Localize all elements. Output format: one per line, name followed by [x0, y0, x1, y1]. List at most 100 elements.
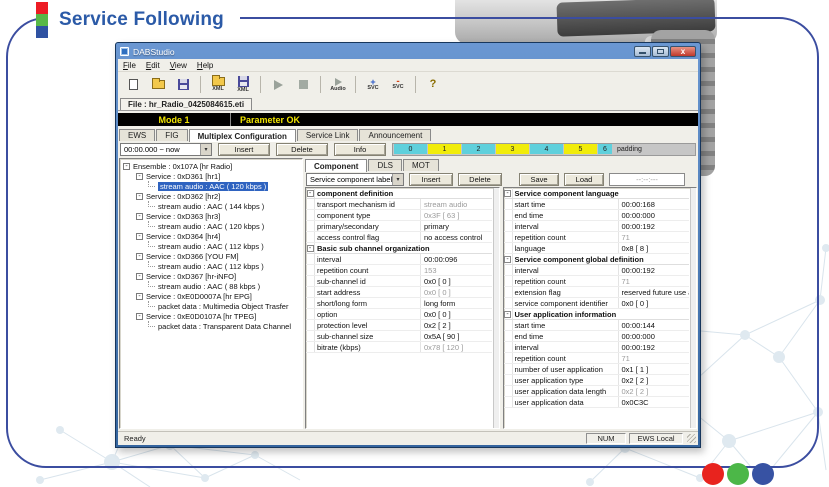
collapse-icon[interactable]: - — [136, 313, 143, 320]
collapse-icon[interactable]: - — [136, 253, 143, 260]
property-row[interactable]: access control flagno access control — [306, 232, 492, 243]
tree-node-component[interactable]: stream audio : AAC ( 88 kbps ) — [120, 281, 302, 291]
property-row[interactable]: language0x8 [ 8 ] — [504, 243, 690, 254]
tree-node-service[interactable]: -Service : 0xE0D0007A [hr EPG] — [120, 291, 302, 301]
collapse-icon[interactable]: - — [136, 273, 143, 280]
vertical-scrollbar[interactable] — [493, 188, 499, 428]
add-service-button[interactable]: + SVC — [362, 74, 384, 95]
tree-node-service[interactable]: -Service : 0xE0D0107A [hr TPEG] — [120, 311, 302, 321]
file-tab[interactable]: File : hr_Radio_0425084615.eti — [120, 98, 252, 110]
property-row[interactable]: option0x0 [ 0 ] — [306, 309, 492, 320]
audio-play-button[interactable]: Audio — [327, 74, 349, 95]
collapse-icon[interactable]: - — [123, 163, 130, 170]
tab-fig[interactable]: FIG — [156, 129, 187, 141]
property-row[interactable]: protection level0x2 [ 2 ] — [306, 320, 492, 331]
menu-item-help[interactable]: Help — [197, 61, 213, 70]
tree-node-component[interactable]: stream audio : AAC ( 120 kbps ) — [120, 181, 302, 191]
time-range-dropdown[interactable]: 00:00.000 ~ now ▾ — [120, 143, 212, 156]
new-file-button[interactable] — [122, 74, 144, 95]
tree-node-service[interactable]: -Service : 0xD363 [hr3] — [120, 211, 302, 221]
menu-item-file[interactable]: File — [123, 61, 136, 70]
property-section-row[interactable]: -Service component language — [504, 188, 690, 199]
property-row[interactable]: start time00:00:168 — [504, 199, 690, 210]
minimize-button[interactable] — [634, 46, 651, 57]
property-row[interactable]: service component identifier0x0 [ 0 ] — [504, 298, 690, 309]
tab-component[interactable]: Component — [305, 159, 367, 172]
load-button[interactable]: Load — [564, 173, 604, 186]
eti-frame-segment[interactable]: 3 — [496, 144, 529, 154]
save-xml-button[interactable]: XML — [232, 74, 254, 95]
resize-grip[interactable] — [687, 434, 696, 443]
eti-frame-segment[interactable]: 2 — [462, 144, 495, 154]
window-titlebar[interactable]: DABStudio x — [118, 44, 698, 59]
property-row[interactable]: user application data0x0C3C — [504, 397, 690, 408]
property-row[interactable]: user application data length0x2 [ 2 ] — [504, 386, 690, 397]
tab-mot[interactable]: MOT — [403, 159, 439, 171]
time-placeholder-field[interactable]: --:--:--- — [609, 173, 685, 186]
property-section-row[interactable]: -component definition — [306, 188, 492, 199]
collapse-icon[interactable]: - — [504, 190, 511, 197]
collapse-icon[interactable]: - — [307, 245, 314, 252]
tree-node-service[interactable]: -Service : 0xD367 [hr-iNFO] — [120, 271, 302, 281]
menu-item-edit[interactable]: Edit — [146, 61, 160, 70]
tree-node-service[interactable]: -Service : 0xD362 [hr2] — [120, 191, 302, 201]
property-row[interactable]: bitrate (kbps)0x78 [ 120 ] — [306, 342, 492, 353]
property-row[interactable]: start time00:00:144 — [504, 320, 690, 331]
tab-multiplex-configuration[interactable]: Multiplex Configuration — [189, 129, 296, 142]
tree-node-service[interactable]: -Service : 0xD366 [YOU FM] — [120, 251, 302, 261]
eti-frame-segment[interactable]: 6 — [598, 144, 612, 154]
collapse-icon[interactable]: - — [136, 173, 143, 180]
eti-frame-segment[interactable]: 1 — [428, 144, 461, 154]
component-label-dropdown[interactable]: Service component label ▾ — [306, 173, 404, 186]
property-row[interactable]: user application type0x2 [ 2 ] — [504, 375, 690, 386]
property-row[interactable]: sub-channel id0x0 [ 0 ] — [306, 276, 492, 287]
property-row[interactable]: repetition count153 — [306, 265, 492, 276]
property-row[interactable]: end time00:00:000 — [504, 331, 690, 342]
tree-node-component[interactable]: stream audio : AAC ( 120 kbps ) — [120, 221, 302, 231]
property-row[interactable]: interval00:00:192 — [504, 221, 690, 232]
open-file-button[interactable] — [147, 74, 169, 95]
eti-frame-segment[interactable]: 4 — [530, 144, 563, 154]
property-row[interactable]: interval00:00:192 — [504, 265, 690, 276]
insert-button[interactable]: Insert — [218, 143, 270, 156]
collapse-icon[interactable]: - — [136, 233, 143, 240]
tree-node-component[interactable]: packet data : Transparent Data Channel — [120, 321, 302, 331]
property-row[interactable]: extension flagreserved future use absent — [504, 287, 690, 298]
property-section-row[interactable]: -Basic sub channel organization — [306, 243, 492, 254]
tab-announcement[interactable]: Announcement — [359, 129, 431, 141]
collapse-icon[interactable]: - — [136, 213, 143, 220]
property-row[interactable]: interval00:00:096 — [306, 254, 492, 265]
property-row[interactable]: end time00:00:000 — [504, 210, 690, 221]
collapse-icon[interactable]: - — [504, 311, 511, 318]
stop-button[interactable] — [292, 74, 314, 95]
property-row[interactable]: start address0x0 [ 0 ] — [306, 287, 492, 298]
menu-item-view[interactable]: View — [170, 61, 187, 70]
info-button[interactable]: Info — [334, 143, 386, 156]
collapse-icon[interactable]: - — [504, 256, 511, 263]
property-row[interactable]: number of user application0x1 [ 1 ] — [504, 364, 690, 375]
property-row[interactable]: primary/secondaryprimary — [306, 221, 492, 232]
property-section-row[interactable]: -User application information — [504, 309, 690, 320]
eti-frame-segment[interactable]: 5 — [564, 144, 597, 154]
remove-service-button[interactable]: - SVC — [387, 74, 409, 95]
property-row[interactable]: repetition count71 — [504, 232, 690, 243]
tree-node-component[interactable]: stream audio : AAC ( 112 kbps ) — [120, 241, 302, 251]
help-button[interactable]: ? — [422, 74, 444, 95]
vertical-scrollbar[interactable] — [690, 188, 696, 428]
collapse-icon[interactable]: - — [307, 190, 314, 197]
property-row[interactable]: repetition count71 — [504, 353, 690, 364]
eti-frame-segment[interactable]: 0 — [394, 144, 427, 154]
tree-node-service[interactable]: -Service : 0xD364 [hr4] — [120, 231, 302, 241]
tree-node-component[interactable]: stream audio : AAC ( 112 kbps ) — [120, 261, 302, 271]
maximize-button[interactable] — [652, 46, 669, 57]
open-xml-button[interactable]: XML — [207, 74, 229, 95]
tree-node-service[interactable]: -Service : 0xD361 [hr1] — [120, 171, 302, 181]
property-section-row[interactable]: -Service component global definition — [504, 254, 690, 265]
property-row[interactable]: sub-channel size0x5A [ 90 ] — [306, 331, 492, 342]
tree-node-component[interactable]: stream audio : AAC ( 144 kbps ) — [120, 201, 302, 211]
component-insert-button[interactable]: Insert — [409, 173, 453, 186]
delete-button[interactable]: Delete — [276, 143, 328, 156]
close-button[interactable]: x — [670, 46, 696, 57]
collapse-icon[interactable]: - — [136, 293, 143, 300]
tab-ews[interactable]: EWS — [119, 129, 155, 141]
